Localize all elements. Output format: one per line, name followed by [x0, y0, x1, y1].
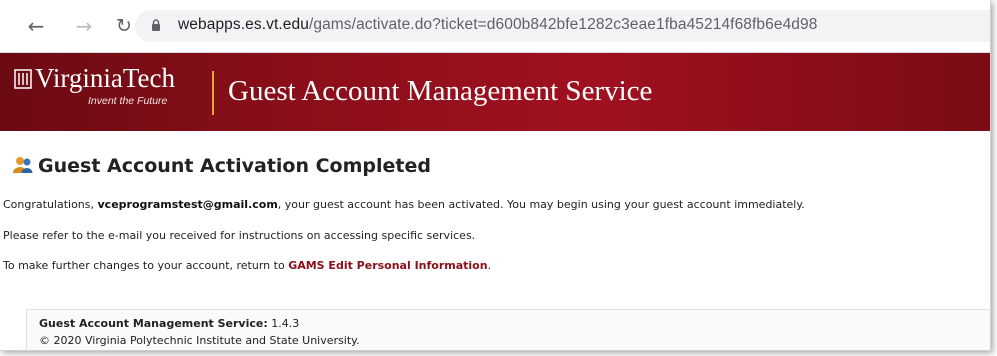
congrats-message: Congratulations, vceprogramstest@gmail.c… [3, 198, 805, 211]
people-icon [13, 157, 33, 173]
instructions-message: Please refer to the e-mail you received … [3, 229, 476, 242]
url-host: webapps.es.vt.edu [178, 16, 309, 33]
site-banner: VirginiaTech Invent the Future Guest Acc… [0, 53, 990, 131]
page-title: Guest Account Activation Completed [38, 155, 431, 177]
address-bar[interactable]: webapps.es.vt.edu/gams/activate.do?ticke… [135, 10, 990, 42]
reload-icon[interactable]: ↻ [112, 14, 136, 38]
browser-window: ← → ↻ webapps.es.vt.edu/gams/activate.do… [0, 0, 991, 351]
url-text[interactable]: webapps.es.vt.edu/gams/activate.do?ticke… [178, 16, 817, 34]
banner-title: Guest Account Management Service [228, 75, 653, 107]
congrats-prefix: Congratulations, [3, 198, 98, 211]
url-path: /gams/activate.do?ticket=d600b842bfe1282… [308, 16, 818, 33]
changes-suffix: . [487, 259, 492, 272]
service-label: Guest Account Management Service: [39, 317, 268, 330]
logo-text: VirginiaTech [35, 63, 175, 93]
back-arrow-icon[interactable]: ← [24, 14, 48, 38]
changes-prefix: To make further changes to your account,… [3, 259, 289, 272]
forward-arrow-icon[interactable]: → [72, 14, 96, 38]
virginia-tech-logo[interactable]: VirginiaTech Invent the Future [14, 63, 175, 107]
page-heading: Guest Account Activation Completed [12, 155, 431, 177]
copyright-text: © 2020 Virginia Polytechnic Institute an… [39, 334, 360, 347]
changes-message: To make further changes to your account,… [3, 259, 491, 272]
lock-icon [152, 19, 160, 31]
shield-icon [14, 69, 32, 89]
gams-edit-link[interactable]: GAMS Edit Personal Information [288, 259, 487, 272]
page-footer: Guest Account Management Service: 1.4.3 … [26, 309, 990, 350]
account-email: vceprogramstest@gmail.com [97, 198, 278, 211]
browser-toolbar: ← → ↻ webapps.es.vt.edu/gams/activate.do… [0, 0, 990, 53]
banner-divider [212, 71, 214, 115]
congrats-suffix: , your guest account has been activated.… [277, 198, 805, 211]
logo-tagline: Invent the Future [88, 95, 168, 107]
version-number: 1.4.3 [267, 317, 300, 330]
version-info: Guest Account Management Service: 1.4.3 [39, 317, 299, 330]
